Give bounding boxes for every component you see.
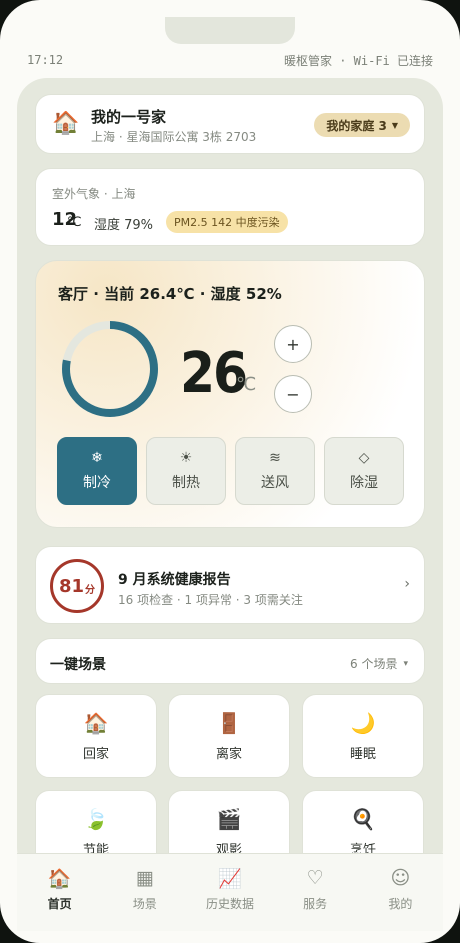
weather-label: 室外气象 · 上海	[52, 187, 136, 201]
pm25-badge: PM2.5 142 中度污染	[166, 211, 288, 233]
minus-icon: −	[286, 384, 300, 404]
report-title: 9 月系统健康报告	[118, 572, 231, 588]
mode-dry-button[interactable]: ◇ 除湿	[324, 437, 404, 505]
climate-card: 客厅 · 当前 26.4℃ · 湿度 52% 26 ℃ + − ❄ 制冷 ☀ 制…	[35, 260, 425, 528]
health-score-badge: 81 分	[50, 559, 104, 613]
door-icon: 🚪	[216, 710, 242, 735]
room-status: 客厅 · 当前 26.4℃ · 湿度 52%	[58, 285, 282, 303]
scene-label: 睡眠	[349, 746, 376, 762]
bottom-tab-bar: 🏠 首页 ▦ 场景 📈 历史数据 ♡ 服务 ☺ 我的	[17, 853, 443, 931]
grid-icon: ▦	[135, 867, 154, 889]
leaf-icon: 🍃	[83, 806, 109, 831]
family-switcher[interactable]: 我的家庭 3 ▼	[314, 113, 410, 137]
home-address: 上海 · 星海国际公寓 3栋 2703	[91, 130, 257, 144]
moon-icon: 🌙	[350, 710, 376, 735]
report-summary: 16 项检查 · 1 项异常 · 3 项需关注	[118, 593, 303, 607]
tab-home[interactable]: 🏠 首页	[20, 867, 100, 912]
house-icon: 🏠	[52, 111, 80, 136]
mode-fan-button[interactable]: ≋ 送风	[235, 437, 315, 505]
setpoint-unit: ℃	[236, 374, 257, 395]
home-card[interactable]: 🏠 我的一号家 上海 · 星海国际公寓 3栋 2703 我的家庭 3 ▼	[35, 94, 425, 154]
home-title: 我的一号家	[91, 108, 167, 126]
status-connection: 暖枢管家 · Wi-Fi 已连接	[283, 53, 433, 68]
tab-profile[interactable]: ☺ 我的	[360, 867, 440, 912]
health-score-unit: 分	[85, 584, 96, 596]
tab-history[interactable]: 📈 历史数据	[190, 867, 270, 912]
droplet-icon: ◇	[358, 450, 370, 466]
outdoor-temp-unit: ℃	[67, 215, 82, 230]
mode-label: 送风	[261, 475, 289, 491]
mode-label: 制热	[172, 475, 200, 491]
camera-notch	[165, 17, 295, 44]
setpoint-ring	[62, 321, 158, 417]
tab-label: 服务	[303, 897, 328, 911]
heart-icon: ♡	[306, 867, 324, 889]
family-label: 我的家庭 3	[326, 118, 387, 133]
health-score: 81	[58, 575, 85, 597]
chevron-down-icon: ▾	[403, 658, 408, 669]
snowflake-icon: ❄	[91, 450, 103, 466]
status-time: 17:12	[27, 53, 64, 67]
pan-icon: 🍳	[350, 806, 376, 831]
scene-tile-home[interactable]: 🏠 回家	[35, 694, 157, 778]
chevron-right-icon: ›	[404, 576, 410, 592]
clapper-icon: 🎬	[216, 806, 242, 831]
plus-icon: +	[286, 334, 300, 354]
wind-icon: ≋	[269, 450, 281, 466]
tab-label: 我的	[388, 897, 413, 911]
mode-cool-button[interactable]: ❄ 制冷	[57, 437, 137, 505]
weather-card: 室外气象 · 上海 12 ℃ 湿度 79% PM2.5 142 中度污染	[35, 168, 425, 246]
sun-icon: ☀	[179, 450, 193, 466]
mode-label: 制冷	[83, 475, 111, 491]
tab-label: 历史数据	[205, 897, 254, 911]
scene-label: 回家	[82, 746, 109, 762]
scene-label: 离家	[215, 746, 242, 762]
status-bar: 17:12 暖枢管家 · Wi-Fi 已连接	[27, 51, 433, 69]
home-icon: 🏠	[47, 868, 72, 890]
decrease-temp-button[interactable]: −	[274, 375, 312, 413]
health-report-card[interactable]: 81 分 9 月系统健康报告 16 项检查 · 1 项异常 · 3 项需关注 ›	[35, 546, 425, 624]
mode-label: 除湿	[350, 475, 378, 491]
mode-heat-button[interactable]: ☀ 制热	[146, 437, 226, 505]
scene-tile-sleep[interactable]: 🌙 睡眠	[302, 694, 424, 778]
chart-icon: 📈	[218, 868, 242, 890]
user-icon: ☺	[390, 867, 411, 889]
scenes-header[interactable]: 一键场景 6 个场景 ▾	[35, 638, 425, 684]
tab-scenes[interactable]: ▦ 场景	[105, 867, 185, 912]
house-icon: 🏠	[83, 710, 109, 735]
main-content[interactable]: 🏠 我的一号家 上海 · 星海国际公寓 3栋 2703 我的家庭 3 ▼ 室外气…	[17, 78, 443, 878]
increase-temp-button[interactable]: +	[274, 325, 312, 363]
scenes-count-label: 6 个场景	[350, 657, 398, 671]
tab-label: 场景	[132, 897, 157, 911]
tab-label: 首页	[47, 897, 72, 911]
scenes-title: 一键场景	[50, 657, 106, 673]
scenes-count: 6 个场景 ▾	[350, 655, 408, 672]
caret-down-icon: ▼	[391, 120, 398, 130]
outdoor-humidity: 湿度 79%	[94, 218, 154, 233]
phone-screen: 17:12 暖枢管家 · Wi-Fi 已连接 🏠 我的一号家 上海 · 星海国际…	[0, 0, 460, 943]
scene-tile-away[interactable]: 🚪 离家	[168, 694, 290, 778]
tab-service[interactable]: ♡ 服务	[275, 867, 355, 912]
